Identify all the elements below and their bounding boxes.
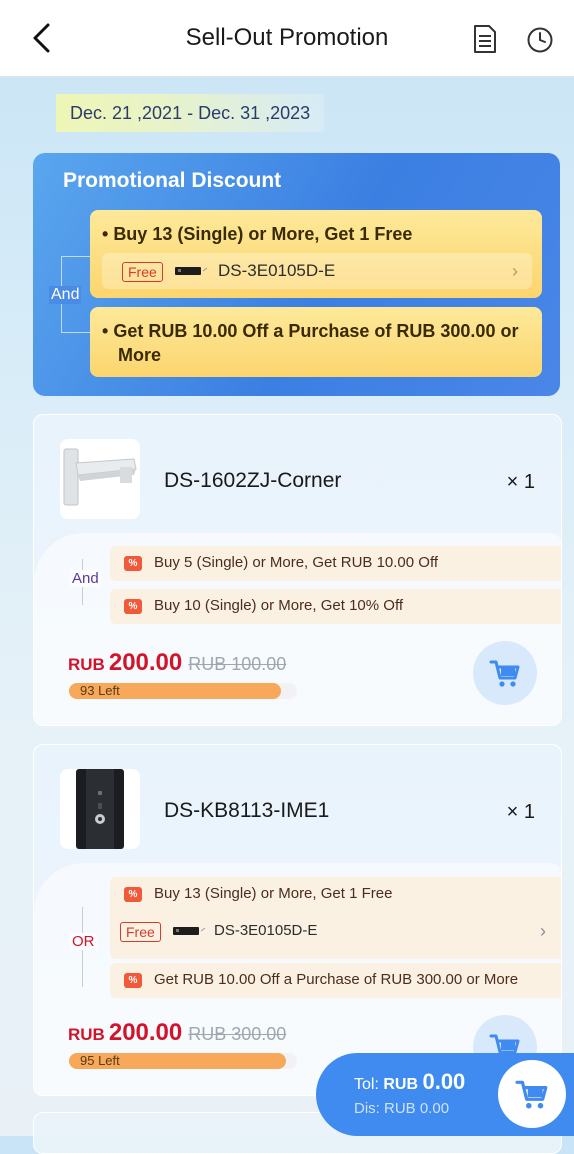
promo-rule-text: Buy 13 (Single) or More, Get 1 Free [113,224,413,244]
discount-rule-text: Buy 13 (Single) or More, Get 1 Free [154,885,393,902]
discount-amount: Dis: RUB 0.00 [354,1100,450,1117]
product-card[interactable]: DS-1602ZJ-Corner × 1 And % Buy 5 (Single… [33,414,562,726]
cart-icon [489,660,520,687]
percent-icon: % [124,973,142,988]
free-gift-row[interactable]: Free DS-3E0105D-E › [110,913,560,949]
document-icon [474,25,496,53]
gift-product-code: DS-3E0105D-E [218,261,336,280]
discount-rule-text: Buy 10 (Single) or More, Get 10% Off [154,597,404,614]
discount-rule: % Buy 5 (Single) or More, Get RUB 10.00 … [110,546,561,581]
price-row: RUB 200.00 RUB 300.00 [68,1019,286,1047]
price-currency: RUB [68,655,105,674]
percent-icon: % [124,887,142,902]
discount-rule: % Buy 13 (Single) or More, Get 1 Free Fr… [110,877,561,959]
promo-rule-2: • Get RUB 10.00 Off a Purchase of RUB 30… [90,307,542,377]
cart-button[interactable] [498,1060,566,1128]
product-quantity: × 1 [506,801,535,823]
free-tag: Free [122,262,163,282]
switch-thumbnail-icon [175,267,208,275]
product-image [60,439,140,519]
chevron-right-icon: › [540,921,546,941]
price-value: 200.00 [108,1019,183,1046]
stock-text: 95 Left [80,1053,120,1068]
stock-bar: 95 Left [69,1053,297,1069]
connector-label: And [70,570,101,587]
price-currency: RUB [68,1025,105,1044]
door-station-image [60,769,140,849]
free-gift-row[interactable]: Free DS-3E0105D-E › [102,253,532,289]
price-row: RUB 200.00 RUB 100.00 [68,649,286,677]
product-detail-panel: And % Buy 5 (Single) or More, Get RUB 10… [34,533,561,725]
promo-title: Promotional Discount [63,169,282,192]
date-range: Dec. 21 ,2021 - Dec. 31 ,2023 [56,94,325,132]
add-to-cart-button[interactable] [473,641,537,705]
chevron-right-icon: › [512,261,518,281]
product-image [60,769,140,849]
discount-rule-text: Get RUB 10.00 Off a Purchase of RUB 300.… [154,971,519,988]
product-card[interactable]: DS-KB8113-IME1 × 1 OR % Buy 13 (Single) … [33,744,562,1096]
switch-thumbnail-icon [173,927,206,935]
product-name: DS-KB8113-IME1 [164,799,330,822]
price-value: 200.00 [108,649,183,676]
cart-icon [515,1080,548,1109]
percent-icon: % [124,556,142,571]
stock-bar: 93 Left [69,683,297,699]
discount-rule: % Buy 10 (Single) or More, Get 10% Off [110,589,561,624]
gift-product-code: DS-3E0105D-E [214,922,318,939]
product-quantity: × 1 [506,471,535,493]
free-tag: Free [120,922,161,942]
promotional-discount-card: Promotional Discount And • Buy 13 (Singl… [33,153,560,396]
connector-label: And [49,286,82,304]
original-price: RUB 100.00 [188,654,287,674]
promo-rule-1: • Buy 13 (Single) or More, Get 1 Free Fr… [90,210,542,298]
stock-text: 93 Left [80,683,120,698]
history-button[interactable] [526,26,554,54]
clock-icon [527,27,553,53]
promo-rule-text: Get RUB 10.00 Off a Purchase of RUB 300.… [113,321,519,365]
total-amount: Tol: RUB 0.00 [354,1069,466,1094]
discount-rule: % Get RUB 10.00 Off a Purchase of RUB 30… [110,963,561,998]
document-button[interactable] [472,24,498,54]
total-value: 0.00 [422,1069,466,1094]
original-price: RUB 300.00 [188,1024,287,1044]
bracket-mount-image [60,439,140,519]
percent-icon: % [124,599,142,614]
discount-rule-text: Buy 5 (Single) or More, Get RUB 10.00 Of… [154,554,439,571]
top-bar: Sell-Out Promotion [0,0,574,77]
product-name: DS-1602ZJ-Corner [164,469,342,492]
connector-label: OR [70,933,97,950]
